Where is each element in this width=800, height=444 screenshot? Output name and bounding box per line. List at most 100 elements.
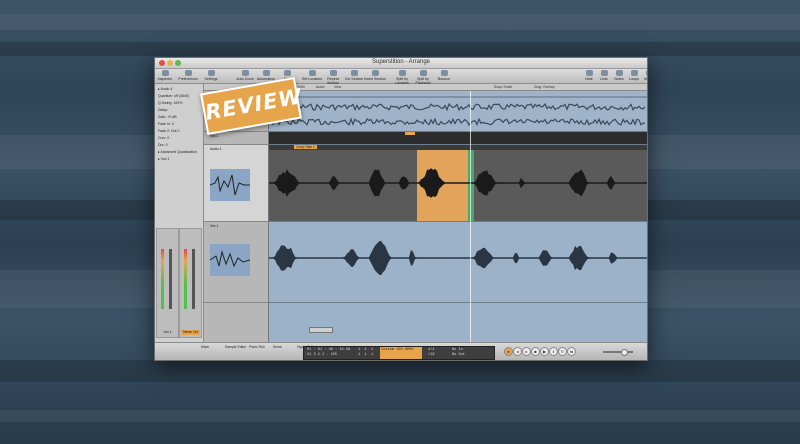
inspector-panel: ▸ Audio 4 Quantize: off (3840) Q-Swing: 10… (155, 84, 204, 342)
inspector-parameter[interactable]: Q-Swing: 100% (158, 101, 182, 105)
volume-knob[interactable] (621, 349, 628, 356)
lists-icon (600, 70, 608, 76)
tab-piano-roll[interactable]: Piano Roll (249, 345, 264, 349)
automation-icon (262, 70, 270, 76)
repeat-button[interactable]: Repeat Section (322, 70, 344, 85)
strip-name: Stereo Out (181, 330, 200, 335)
automation-button[interactable]: Automation (255, 70, 277, 81)
repeat-icon (329, 70, 337, 76)
split-button[interactable]: Split by Locators (391, 70, 413, 85)
lane-empty[interactable] (269, 303, 647, 343)
transport-lcd[interactable]: 01 : 01 : 46 : 15.58 31 3 2 1 . 155 1 1 … (303, 346, 495, 360)
lane-vox-stereo[interactable] (269, 91, 647, 132)
rewind-button[interactable]: ◂ (513, 347, 522, 356)
bars-display: 31 3 2 1 . 155 (307, 353, 338, 357)
master-volume-slider[interactable] (603, 349, 633, 356)
cut-icon (350, 70, 358, 76)
inspector-parameter[interactable]: Curv: 0 (158, 136, 169, 140)
play-button[interactable]: ▶ (540, 347, 549, 356)
channel-strip-output[interactable]: Stereo Out (179, 228, 202, 338)
track-header-selected[interactable]: Audio 4 (204, 145, 268, 222)
stop-button[interactable]: ■ (531, 347, 540, 356)
bg-stripe (0, 14, 800, 30)
toolbar-button-label: Preferences (178, 77, 198, 81)
level-meter (161, 249, 164, 309)
loops-icon (630, 70, 638, 76)
zoom-button[interactable]: Auto Zoom (234, 70, 256, 81)
inspector-parameter[interactable]: Quantize: off (3840) (158, 94, 189, 98)
track-header[interactable]: Vox 1 (204, 132, 268, 145)
snap-menu[interactable]: Snap: Smart (494, 85, 512, 89)
waveform (269, 168, 647, 198)
toolbar-button-label: Bounce (437, 77, 451, 81)
inspector-parameter[interactable]: ▸ Advanced Quantization (158, 150, 197, 154)
preferences-button[interactable]: Preferences (177, 70, 199, 81)
cycle-button[interactable]: ↻ (558, 347, 567, 356)
media-icon (645, 70, 647, 76)
bounce-icon (440, 70, 448, 76)
smpte-display: 01 : 01 : 46 : 15.58 (307, 348, 351, 352)
media-button[interactable]: Media (638, 70, 648, 81)
inspector-parameter[interactable]: Delay: (158, 108, 168, 112)
review-badge-text: REVIEW (203, 84, 305, 125)
inspector-parameter[interactable]: Gain: +0 dB (158, 115, 177, 119)
insert-button[interactable]: Insert Section (364, 70, 386, 81)
inspector-parameter[interactable]: ▸ Audio 4 (158, 87, 172, 91)
flex-icon (283, 70, 291, 76)
locators-button[interactable]: Set Locators (301, 70, 323, 81)
volume-fader[interactable] (169, 249, 172, 309)
tempo-display[interactable]: Custom 120.0000 (380, 347, 422, 359)
track-lanes: Comp Take 1 (269, 91, 647, 343)
lane-ruler[interactable] (269, 132, 647, 145)
playhead[interactable] (470, 91, 471, 342)
lane-vox-1[interactable] (269, 222, 647, 303)
toolbar-button-label: Cut Section (344, 77, 364, 81)
horizontal-scrollbar[interactable] (309, 327, 333, 333)
inspector-parameter[interactable]: ▸ Vox 1 (158, 157, 170, 161)
bg-stripe (0, 410, 800, 422)
split-playhead-button[interactable]: Split by Playhead (412, 70, 434, 85)
drag-menu[interactable]: Drag: Overlap (534, 85, 555, 89)
toolbar-button-label: Insert Section (364, 77, 386, 81)
bounce-button[interactable]: Bounce (433, 70, 455, 81)
inspector-parameter[interactable]: Dur: 0 (158, 143, 168, 147)
sync-display: No In No Out (452, 348, 465, 357)
channel-strip-track[interactable]: Vox 1 (156, 228, 179, 338)
track-header[interactable]: Vox 1 (204, 222, 268, 303)
track-thumbnail-waveform (210, 169, 250, 201)
pause-button[interactable]: ‖ (549, 347, 558, 356)
arrange-menu-audio[interactable]: Audio (316, 85, 324, 89)
cut-button[interactable]: Cut Section (343, 70, 365, 81)
inspector-parameter[interactable]: Fade 2: Out 0 (158, 129, 179, 133)
window-title: Superstition - Arrange (371, 59, 431, 65)
notes-icon (615, 70, 623, 76)
title-bar: Superstition - Arrange (155, 58, 647, 69)
division-display: 1 1 1 1 1 1 (358, 348, 374, 357)
inspector-parameter[interactable]: Fade In: 0 (158, 122, 174, 126)
tab-score[interactable]: Score (273, 345, 282, 349)
insert-icon (371, 70, 379, 76)
toolbar-button-label: Settings (204, 77, 218, 81)
bottom-bar: MixerSample EditorPiano RollScoreHyper E… (155, 342, 647, 360)
settings-icon (207, 70, 215, 76)
info-button[interactable]: Inspector (155, 70, 176, 81)
forward-button[interactable]: ▸ (522, 347, 531, 356)
strip-name: Vox 1 (163, 330, 172, 334)
track-name: Vox 1 (210, 134, 219, 138)
waveform (269, 96, 647, 126)
info-icon (161, 70, 169, 76)
settings-button[interactable]: Settings (200, 70, 222, 81)
tab-mixer[interactable]: Mixer (201, 345, 209, 349)
locator-marker[interactable] (405, 132, 415, 135)
tab-sample-editor[interactable]: Sample Editor (225, 345, 246, 349)
volume-fader[interactable] (192, 249, 195, 309)
lane-audio-4[interactable]: Comp Take 1 (269, 145, 647, 222)
toolbar-button-label: Inspector (157, 77, 173, 81)
toolbar-button-label: Auto Zoom (236, 77, 254, 81)
record-button[interactable]: ● (504, 347, 513, 356)
replace-button[interactable]: ⇆ (567, 347, 576, 356)
level-meter (184, 249, 187, 309)
toolbar-button-label: Media (644, 77, 648, 81)
arrange-menu-view[interactable]: View (334, 85, 341, 89)
locators-icon (308, 70, 316, 76)
